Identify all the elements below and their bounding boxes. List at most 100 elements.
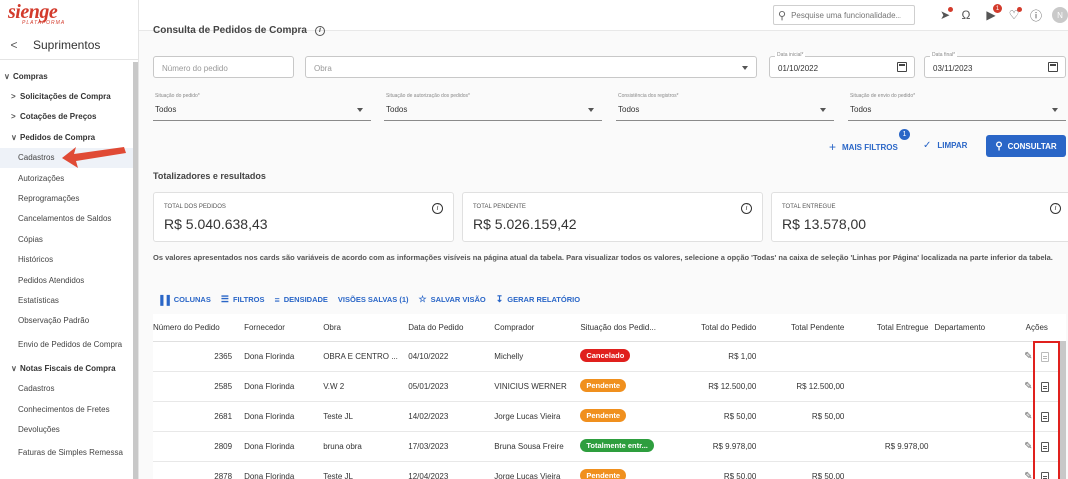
sidebar-item[interactable]: > Solicitações de Compra bbox=[0, 86, 133, 106]
table-cell-fornecedor: Dona Florinda bbox=[244, 382, 295, 391]
consult-button[interactable]: ⚲ CONSULTAR bbox=[986, 135, 1066, 157]
column-header[interactable]: Número do Pedido bbox=[153, 323, 238, 332]
edit-pencil-icon[interactable]: ✎ bbox=[1024, 411, 1032, 422]
totals-title: Totalizadores e resultados bbox=[153, 171, 266, 181]
sidebar-item[interactable]: Pedidos Atendidos bbox=[0, 270, 133, 290]
sidebar-item-label: Cotações de Preços bbox=[20, 112, 97, 122]
card-total-orders: TOTAL DOS PEDIDOS R$ 5.040.638,43 i bbox=[153, 192, 454, 242]
chevron-down-icon: ∨ bbox=[11, 132, 17, 142]
sidebar-item[interactable]: Conhecimentos de Fretes bbox=[0, 399, 133, 419]
sidebar-item-label: Devoluções bbox=[18, 424, 60, 434]
avatar[interactable]: N bbox=[1052, 7, 1068, 23]
sidebar-item[interactable]: > Cotações de Preços bbox=[0, 107, 133, 127]
table-cell-pendente: R$ 50,00 bbox=[811, 472, 845, 479]
date-start-value: 01/10/2022 bbox=[778, 64, 819, 73]
consistency-value: Todos bbox=[618, 105, 640, 114]
help-icon[interactable]: ⓘ bbox=[1027, 6, 1045, 24]
calendar-icon[interactable] bbox=[1048, 62, 1058, 72]
density-button[interactable]: ≡ DENSIDADE bbox=[274, 295, 327, 305]
sidebar-item-label: Autorizações bbox=[18, 173, 65, 183]
sidebar-item[interactable]: ∨ Notas Fiscais de Compra bbox=[0, 358, 133, 378]
table-toolbar: ▐▐ COLUNAS ☰ FILTROS ≡ DENSIDADE VISÕES SAL… bbox=[157, 294, 590, 305]
table-header: Número do Pedido Fornecedor Obra Data do Pe… bbox=[153, 314, 1066, 342]
sidebar-item[interactable]: Históricos bbox=[0, 250, 133, 270]
rocket-icon[interactable]: ➤ bbox=[936, 6, 954, 24]
calendar-icon[interactable] bbox=[897, 62, 907, 72]
clear-button[interactable]: ✓ LIMPAR bbox=[923, 140, 967, 151]
chevron-left-icon[interactable]: < bbox=[3, 38, 25, 52]
table-row[interactable]: 2681 Dona Florinda Teste JL 14/02/2023 Jorge… bbox=[153, 402, 1066, 432]
columns-button[interactable]: ▐▐ COLUNAS bbox=[157, 295, 211, 305]
edit-pencil-icon[interactable]: ✎ bbox=[1024, 381, 1032, 392]
main-content: Consulta de Pedidos de Compra i Número d… bbox=[139, 25, 1068, 479]
save-view-button[interactable]: ☆ SALVAR VISÃO bbox=[419, 294, 486, 305]
column-header[interactable]: Departamento bbox=[934, 323, 1013, 332]
sidebar-item[interactable]: ∨ Compras bbox=[0, 66, 133, 86]
status-badge: Pendente bbox=[580, 379, 627, 392]
info-icon[interactable]: i bbox=[432, 203, 443, 214]
column-header[interactable]: Data do Pedido bbox=[408, 323, 494, 332]
status-badge: Cancelado bbox=[580, 349, 631, 362]
sidebar-scroll-thumb[interactable] bbox=[133, 62, 138, 479]
send-status-select[interactable]: Situação de envio do pedido* Todos bbox=[848, 93, 1066, 121]
sidebar-scrollbar[interactable] bbox=[133, 62, 138, 479]
info-icon[interactable]: i bbox=[741, 203, 752, 214]
edit-pencil-icon[interactable]: ✎ bbox=[1024, 351, 1032, 362]
sidebar-item-label: Estatísticas bbox=[18, 295, 59, 305]
sidebar-item[interactable]: Faturas de Simples Remessa bbox=[0, 440, 133, 467]
table-cell-comprador: Michelly bbox=[494, 352, 524, 361]
filters-button[interactable]: ☰ FILTROS bbox=[221, 294, 265, 305]
megaphone-icon[interactable]: ▶ 1 bbox=[982, 4, 1002, 24]
saved-views-button[interactable]: VISÕES SALVAS (1) bbox=[338, 295, 409, 304]
info-icon[interactable]: i bbox=[1050, 203, 1061, 214]
column-header[interactable]: Obra bbox=[323, 323, 408, 332]
sidebar-item-label: Observação Padrão bbox=[18, 316, 90, 326]
order-number-field[interactable]: Número do pedido bbox=[153, 56, 294, 78]
edit-pencil-icon[interactable]: ✎ bbox=[1024, 471, 1032, 479]
column-header[interactable]: Ações bbox=[1014, 323, 1066, 332]
table-row[interactable]: 2365 Dona Florinda OBRA E CENTRO ... 04/10/… bbox=[153, 342, 1066, 372]
sidebar-item[interactable]: Cancelamentos de Saldos bbox=[0, 209, 133, 229]
more-filters-button[interactable]: + MAIS FILTROS bbox=[829, 140, 898, 154]
date-start-field[interactable]: Data inicial* 01/10/2022 bbox=[769, 52, 915, 78]
sidebar-item-label: Notas Fiscais de Compra bbox=[20, 363, 116, 373]
sidebar-item[interactable]: Cadastros bbox=[0, 378, 133, 398]
date-end-field[interactable]: Data final* 03/11/2023 bbox=[924, 52, 1066, 78]
date-end-label: Data final* bbox=[930, 52, 958, 58]
search-input[interactable] bbox=[791, 10, 902, 20]
column-header[interactable]: Total do Pedido bbox=[680, 323, 762, 332]
table-scrollbar[interactable] bbox=[1060, 341, 1066, 479]
sidebar-item[interactable]: Observação Padrão bbox=[0, 311, 133, 331]
column-header[interactable]: Comprador bbox=[494, 323, 580, 332]
sidebar-item[interactable]: Devoluções bbox=[0, 419, 133, 439]
red-arrow-annotation bbox=[62, 147, 126, 168]
save-view-label: SALVAR VISÃO bbox=[430, 295, 486, 304]
report-button[interactable]: ↧ GERAR RELATÓRIO bbox=[496, 294, 580, 305]
table-row[interactable]: 2585 Dona Florinda V.W 2 05/01/2023 VINICIUS… bbox=[153, 372, 1066, 402]
status-select[interactable]: Situação do pedido* Todos bbox=[153, 93, 371, 121]
column-header[interactable]: Total Entregue bbox=[850, 323, 934, 332]
edit-pencil-icon[interactable]: ✎ bbox=[1024, 441, 1032, 452]
table-cell-obra: Teste JL bbox=[323, 412, 353, 421]
consistency-select[interactable]: Consistência dos registros* Todos bbox=[616, 93, 834, 121]
search-box[interactable]: ⚲ bbox=[773, 5, 915, 25]
column-header[interactable]: Total Pendente bbox=[762, 323, 850, 332]
sidebar-item[interactable]: Reprogramações bbox=[0, 188, 133, 208]
sidebar-item[interactable]: Envio de Pedidos de Compra bbox=[0, 331, 133, 358]
obra-select[interactable]: Obra bbox=[305, 56, 757, 78]
table-cell-num: 2809 bbox=[214, 442, 233, 451]
bell-icon[interactable]: ♡ bbox=[1005, 6, 1023, 24]
table-cell-obra: V.W 2 bbox=[323, 382, 345, 391]
authorization-select[interactable]: Situação de autorização dos pedidos* Tod… bbox=[384, 93, 602, 121]
table-row[interactable]: 2878 Dona Florinda Teste JL 12/04/2023 Jorge… bbox=[153, 462, 1066, 479]
status-badge: Totalmente entr... bbox=[580, 439, 654, 452]
column-header[interactable]: Situação dos Pedid... bbox=[580, 323, 680, 332]
sidebar-item[interactable]: Cópias bbox=[0, 229, 133, 249]
sienge-logo[interactable]: sienge PLATAFORMA bbox=[8, 2, 65, 26]
table-row[interactable]: 2809 Dona Florinda bruna obra 17/03/2023 Bru… bbox=[153, 432, 1066, 462]
info-icon[interactable]: i bbox=[314, 25, 325, 36]
headset-icon[interactable]: Ω bbox=[957, 6, 975, 24]
column-header[interactable]: Fornecedor bbox=[238, 323, 323, 332]
table-cell-data: 12/04/2023 bbox=[408, 472, 449, 479]
sidebar-item[interactable]: Estatísticas bbox=[0, 290, 133, 310]
